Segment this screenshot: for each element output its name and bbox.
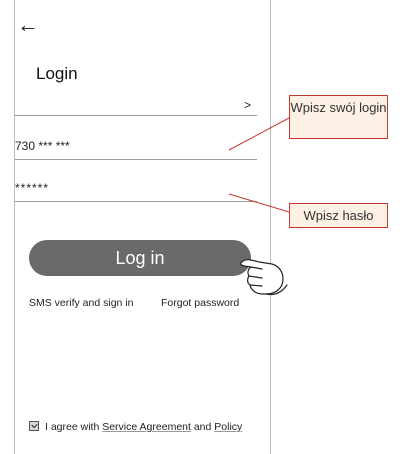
password-field[interactable]: ****** <box>15 178 257 202</box>
agreement-row: I agree with Service Agreement and Polic… <box>29 421 242 433</box>
forgot-password-link[interactable]: Forgot password <box>161 297 239 309</box>
agreement-prefix: I agree with <box>45 421 100 433</box>
agreement-and: and <box>193 421 212 433</box>
login-callout: Wpisz swój login <box>289 95 388 139</box>
sms-verify-link[interactable]: SMS verify and sign in <box>29 297 133 309</box>
agreement-checkbox[interactable] <box>29 421 39 431</box>
login-button[interactable]: Log in <box>29 240 251 276</box>
page-title: Login <box>36 64 78 83</box>
username-field[interactable]: 730 *** *** <box>15 136 257 160</box>
back-arrow-icon[interactable]: ← <box>17 14 39 36</box>
policy-link[interactable]: Policy <box>214 421 242 433</box>
chevron-right-icon: > <box>243 98 251 112</box>
phone-screen: ← Login > 730 *** *** ****** Log in SMS … <box>14 0 271 454</box>
service-agreement-link[interactable]: Service Agreement <box>102 421 191 433</box>
password-callout: Wpisz hasło <box>289 203 388 228</box>
region-selector[interactable]: > <box>15 96 257 116</box>
